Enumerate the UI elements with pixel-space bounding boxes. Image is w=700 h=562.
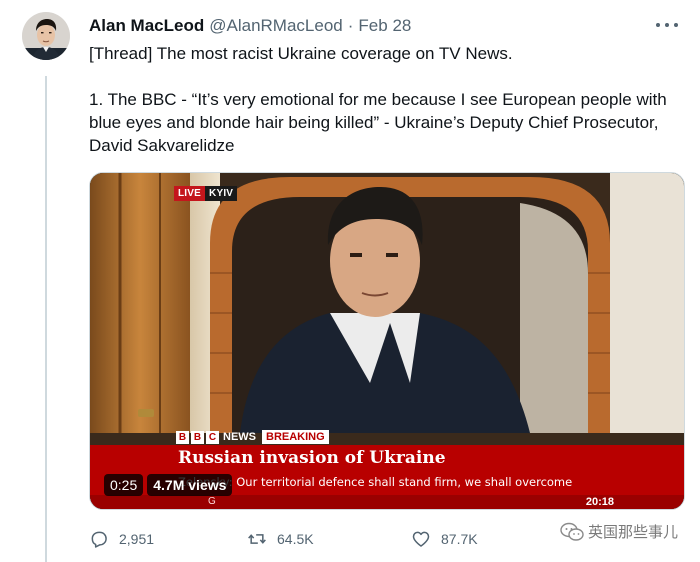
retweet-icon	[248, 534, 266, 544]
news-ticker: Zelensky: Our territorial defence shall …	[178, 475, 573, 489]
live-label: LIVE	[174, 186, 206, 201]
source-watermark: 英国那些事儿	[560, 521, 678, 542]
tweet-text-line-2: 1. The BBC - “It’s very emotional for me…	[89, 90, 667, 155]
location-label: KYIV	[205, 186, 238, 201]
ticker-partial: G	[208, 496, 216, 507]
like-count: 87.7K	[441, 531, 478, 547]
bbc-news-lower-third: B B C NEWS BREAKING Russian invasion of …	[90, 429, 684, 509]
bottom-strip: G 20:18	[90, 495, 684, 509]
broadcast-clock: 20:18	[585, 496, 614, 508]
like-button[interactable]: 87.7K	[411, 529, 478, 549]
avatar-image	[22, 12, 70, 60]
more-icon[interactable]	[656, 18, 678, 32]
reply-icon	[91, 531, 107, 548]
watermark-text: 英国那些事儿	[587, 523, 678, 541]
thread-connector-line	[45, 76, 47, 562]
video-player[interactable]: LIVE KYIV B B C NEWS BREAKING Russian in…	[89, 172, 685, 510]
author-name[interactable]: Alan MacLeod	[89, 16, 204, 36]
bbc-branding: B B C NEWS BREAKING	[176, 429, 329, 445]
tweet-text-line-1: [Thread] The most racist Ukraine coverag…	[89, 44, 513, 63]
news-headline: Russian invasion of Ukraine	[178, 448, 446, 468]
bbc-logo-letter: B	[176, 430, 189, 444]
bbc-logo-letter: B	[191, 430, 204, 444]
breaking-badge: BREAKING	[262, 430, 329, 444]
header-separator: ·	[347, 16, 354, 35]
retweet-button[interactable]: 64.5K	[247, 529, 314, 549]
wechat-icon	[560, 522, 584, 541]
retweet-count: 64.5K	[277, 531, 314, 547]
bbc-logo-letter: C	[206, 430, 219, 444]
video-stats-overlay: 0:25 4.7M views	[104, 474, 233, 496]
heart-icon	[412, 531, 430, 547]
news-label: NEWS	[223, 431, 256, 443]
reply-count: 2,951	[119, 531, 155, 547]
video-elapsed-time: 0:25	[104, 474, 144, 496]
tweet-header: Alan MacLeod @AlanRMacLeod · Feb 28	[89, 16, 411, 36]
reply-button[interactable]: 2,951	[89, 529, 154, 549]
author-handle[interactable]: @AlanRMacLeod	[209, 16, 343, 36]
video-view-count: 4.7M views	[147, 474, 233, 496]
tweet-text: [Thread] The most racist Ukraine coverag…	[89, 42, 679, 157]
tweet-date[interactable]: Feb 28	[358, 16, 411, 36]
avatar[interactable]	[22, 12, 70, 60]
live-location-tag: LIVE KYIV	[174, 186, 238, 201]
